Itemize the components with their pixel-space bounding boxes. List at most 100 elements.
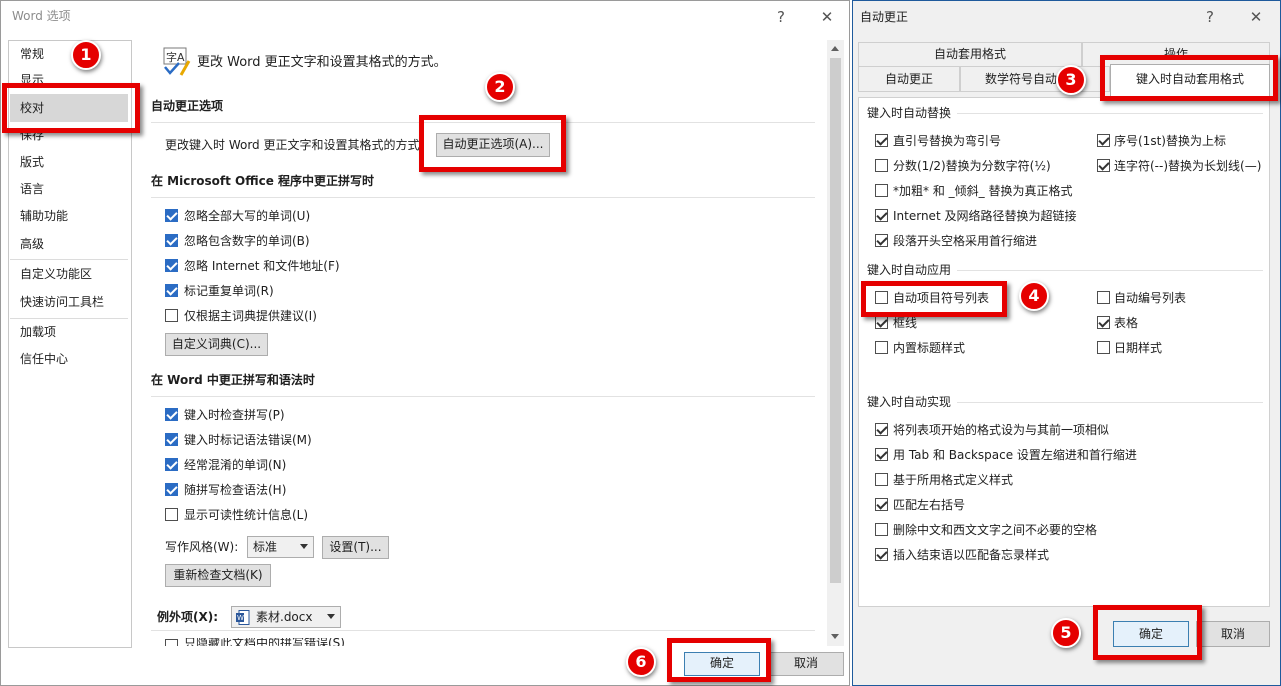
writing-style-value: 标准 [253,540,278,554]
help-button[interactable]: ? [1202,9,1218,25]
nav-item-customize-ribbon[interactable]: 自定义功能区 [20,266,92,282]
hide-spelling-errors-label: 只隐藏此文档中的拼写错误(S) [184,638,345,646]
step-marker-3: 3 [1056,65,1086,95]
border-lines-checkbox[interactable] [875,316,888,329]
list-format-checkbox[interactable] [875,423,888,436]
numbered-lists-checkbox[interactable] [1097,291,1110,304]
check-spelling-checkbox[interactable] [165,408,178,421]
nav-item-addins[interactable]: 加载项 [20,324,56,340]
confused-words-label: 经常混淆的单词(N) [184,458,287,472]
svg-text:W: W [237,614,244,622]
hide-spelling-errors-checkbox[interactable] [165,639,178,646]
intro-text: 更改 Word 更正文字和设置其格式的方式。 [197,55,447,70]
nav-item-trust-center[interactable]: 信任中心 [20,351,68,367]
ignore-uppercase-checkbox[interactable] [165,209,178,222]
ignore-uppercase-label: 忽略全部大写的单词(U) [184,209,311,223]
exceptions-label: 例外项(X): [157,610,219,624]
scroll-down-icon[interactable] [831,634,839,639]
section-divider [151,197,815,198]
step-marker-5: 5 [1051,618,1081,648]
writing-style-select[interactable]: 标准 [247,536,314,558]
tab-autocorrect-label: 自动更正 [884,72,933,86]
ordinals-checkbox[interactable] [1097,134,1110,147]
proofing-icon: 字A [163,47,191,77]
tab-math-autocorrect-label: 数学符号自动 [985,72,1058,86]
highlight-box-autoformat-tab [1100,55,1278,101]
main-dictionary-checkbox[interactable] [165,309,178,322]
tables-checkbox[interactable] [1097,316,1110,329]
group-divider [957,113,1263,114]
nav-item-general[interactable]: 常规 [20,46,44,62]
nav-item-advanced[interactable]: 高级 [20,236,44,252]
office-spelling-header: 在 Microsoft Office 程序中更正拼写时 [151,174,375,188]
readability-checkbox[interactable] [165,508,178,521]
straight-quotes-label: 直引号替换为弯引号 [893,134,1002,148]
define-styles-checkbox[interactable] [875,473,888,486]
flag-repeated-label: 标记重复单词(R) [184,284,274,298]
tables-label: 表格 [1114,316,1139,330]
hyperlinks-checkbox[interactable] [875,209,888,222]
nav-separator [10,259,128,260]
mark-grammar-checkbox[interactable] [165,433,178,446]
autocorrect-description: 更改键入时 Word 更正文字和设置其格式的方式： [165,138,432,152]
delete-spaces-checkbox[interactable] [875,523,888,536]
group-divider [957,402,1263,403]
closing-phrase-label: 插入结束语以匹配备忘录样式 [893,548,1050,562]
delete-spaces-label: 删除中文和西文文字之间不必要的空格 [893,523,1098,537]
recheck-document-button[interactable]: 重新检查文档(K) [165,564,271,587]
nav-item-language[interactable]: 语言 [20,181,44,197]
custom-dictionaries-button[interactable]: 自定义词典(C)... [165,333,268,356]
match-parentheses-checkbox[interactable] [875,498,888,511]
flag-repeated-checkbox[interactable] [165,284,178,297]
apply-group-header: 键入时自动应用 [867,263,952,277]
step-marker-1: 1 [71,40,101,70]
closing-phrase-checkbox[interactable] [875,548,888,561]
step-marker-2: 2 [485,72,515,102]
tab-backspace-indent-checkbox[interactable] [875,448,888,461]
section-divider [151,630,815,631]
nav-separator [10,318,128,319]
bold-italic-checkbox[interactable] [875,184,888,197]
options-cancel-button[interactable]: 取消 [768,652,844,676]
straight-quotes-checkbox[interactable] [875,134,888,147]
close-button[interactable]: ✕ [819,9,835,25]
first-line-indent-checkbox[interactable] [875,234,888,247]
main-dictionary-label: 仅根据主词典提供建议(I) [184,309,317,323]
list-format-label: 将列表项开始的格式设为与其前一项相似 [893,423,1110,437]
chevron-down-icon [300,544,308,549]
autocorrect-cancel-button[interactable]: 取消 [1196,621,1270,647]
implement-group-header: 键入时自动实现 [867,395,952,409]
check-grammar-label: 随拼写检查语法(H) [184,483,287,497]
hyperlinks-label: Internet 及网络路径替换为超链接 [893,209,1077,223]
date-styles-checkbox[interactable] [1097,341,1110,354]
check-spelling-label: 键入时检查拼写(P) [184,408,285,422]
nav-item-accessibility[interactable]: 辅助功能 [20,208,68,224]
settings-button[interactable]: 设置(T)... [322,536,389,559]
ignore-internet-checkbox[interactable] [165,259,178,272]
close-button[interactable]: ✕ [1248,9,1264,25]
check-grammar-checkbox[interactable] [165,483,178,496]
fractions-checkbox[interactable] [875,159,888,172]
ignore-numbers-checkbox[interactable] [165,234,178,247]
heading-styles-label: 内置标题样式 [893,341,966,355]
ignore-internet-label: 忽略 Internet 和文件地址(F) [184,259,340,273]
confused-words-checkbox[interactable] [165,458,178,471]
word-options-title: Word 选项 [12,9,71,23]
first-line-indent-label: 段落开头空格采用首行缩进 [893,234,1038,248]
hyphens-checkbox[interactable] [1097,159,1110,172]
highlight-box-options-ok [667,638,771,682]
scroll-up-icon[interactable] [831,46,839,51]
ignore-numbers-label: 忽略包含数字的单词(B) [184,234,310,248]
highlight-box-proofing [2,83,140,133]
tab-math-autocorrect[interactable]: 数学符号自动 [960,66,1110,92]
exceptions-file-name: 素材.docx [256,610,313,624]
scrollbar-thumb[interactable] [830,58,841,583]
help-button[interactable]: ? [773,9,789,25]
heading-styles-checkbox[interactable] [875,341,888,354]
chevron-down-icon [327,614,335,619]
nav-item-quick-access-toolbar[interactable]: 快速访问工具栏 [20,294,104,310]
nav-item-layout[interactable]: 版式 [20,154,44,170]
readability-label: 显示可读性统计信息(L) [184,508,309,522]
hyphens-label: 连字符(--)替换为长划线(—) [1114,159,1262,173]
word-document-icon: W [236,610,250,625]
